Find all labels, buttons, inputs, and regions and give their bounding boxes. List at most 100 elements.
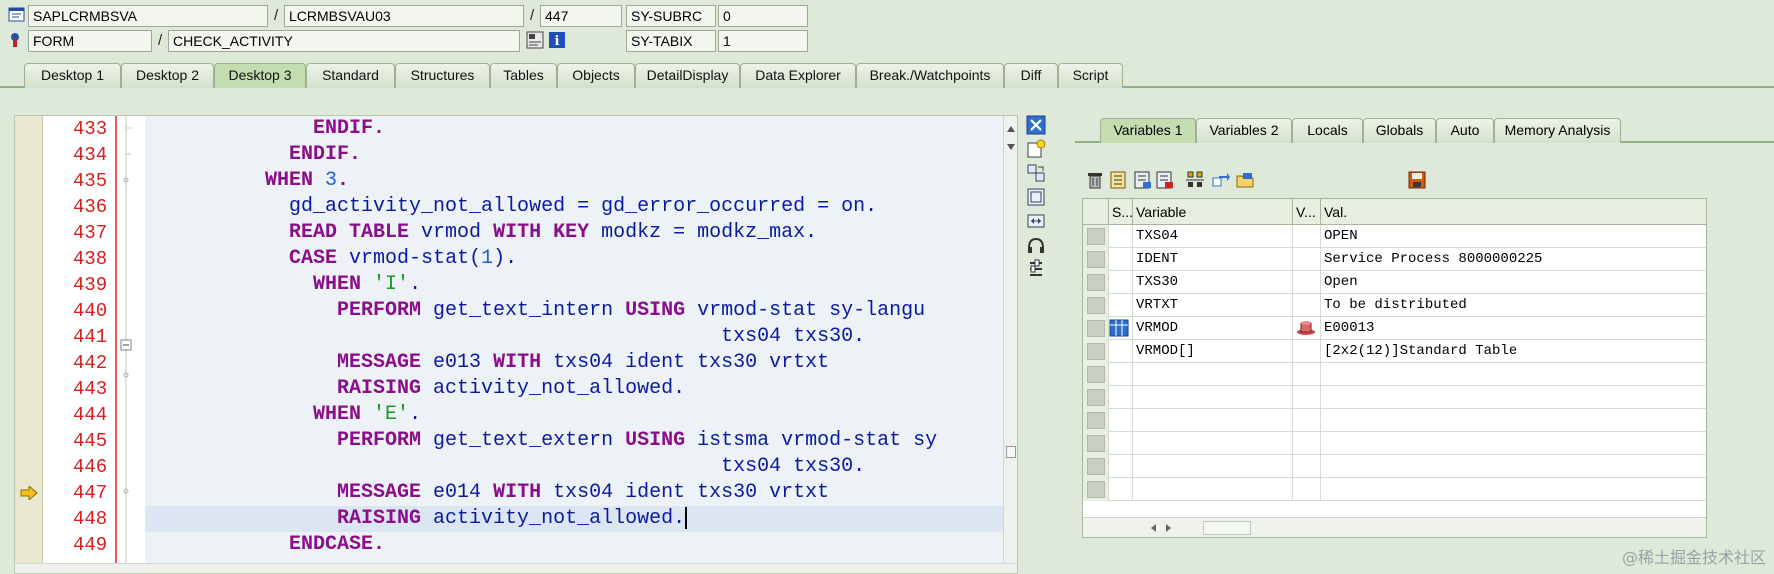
- col-s[interactable]: S...: [1109, 199, 1133, 225]
- cell-value[interactable]: OPEN: [1321, 225, 1706, 248]
- code-line[interactable]: MESSAGE e014 WITH txs04 ident txs30 vrtx…: [145, 480, 1003, 506]
- table-row[interactable]: [1083, 432, 1706, 455]
- program-field[interactable]: SAPLCRMBSVA: [28, 5, 268, 27]
- code-line[interactable]: WHEN 3.: [145, 168, 1003, 194]
- hierarchy-icon[interactable]: [1185, 170, 1205, 190]
- table-row[interactable]: [1083, 363, 1706, 386]
- cell-variable[interactable]: [1133, 478, 1293, 501]
- tab-locals[interactable]: Locals: [1292, 118, 1363, 143]
- close-icon[interactable]: [1026, 115, 1048, 137]
- code-line[interactable]: ENDIF.: [145, 116, 1003, 142]
- tab-desktop-3[interactable]: Desktop 3: [214, 63, 306, 88]
- code-line[interactable]: WHEN 'E'.: [145, 402, 1003, 428]
- tab-structures[interactable]: Structures: [395, 63, 490, 88]
- col-variable[interactable]: Variable: [1133, 199, 1293, 225]
- save-icon[interactable]: [1407, 170, 1427, 190]
- col-value[interactable]: Val.: [1321, 199, 1706, 225]
- cell-value[interactable]: [2x2(12)]Standard Table: [1321, 340, 1706, 363]
- row-selector[interactable]: [1083, 409, 1109, 432]
- swap-tool-icon[interactable]: [1026, 163, 1048, 185]
- folder-icon[interactable]: [1235, 170, 1255, 190]
- tab-variables-1[interactable]: Variables 1: [1100, 118, 1196, 143]
- sysfield-value-1[interactable]: 0: [718, 5, 808, 27]
- sysfield-value-2[interactable]: 1: [718, 30, 808, 52]
- scroll-grip[interactable]: [1203, 521, 1251, 535]
- table-row[interactable]: IDENT Service Process 8000000225: [1083, 248, 1706, 271]
- cell-variable[interactable]: [1133, 432, 1293, 455]
- code-line[interactable]: gd_activity_not_allowed = gd_error_occur…: [145, 194, 1003, 220]
- tab-objects[interactable]: Objects: [557, 63, 635, 88]
- tab-desktop-1[interactable]: Desktop 1: [24, 63, 121, 88]
- cell-variable[interactable]: VRMOD[]: [1133, 340, 1293, 363]
- cell-value[interactable]: [1321, 409, 1706, 432]
- display-source-icon[interactable]: [526, 31, 544, 49]
- variables-grid[interactable]: S... Variable V... Val. TXS04 OPEN IDENT Se…: [1082, 198, 1707, 538]
- code-line[interactable]: MESSAGE e013 WITH txs04 ident txs30 vrtx…: [145, 350, 1003, 376]
- tab-auto[interactable]: Auto: [1436, 118, 1494, 143]
- event-name-field[interactable]: CHECK_ACTIVITY: [168, 30, 520, 52]
- table-row[interactable]: VRMOD[] [2x2(12)]Standard Table: [1083, 340, 1706, 363]
- cell-variable[interactable]: TXS04: [1133, 225, 1293, 248]
- cell-variable[interactable]: [1133, 363, 1293, 386]
- cell-value[interactable]: E00013: [1321, 317, 1706, 340]
- cell-variable[interactable]: [1133, 386, 1293, 409]
- cell-value[interactable]: [1321, 432, 1706, 455]
- delete-icon[interactable]: [1085, 170, 1105, 190]
- code-line[interactable]: CASE vrmod-stat(1).: [145, 246, 1003, 272]
- tab-variables-2[interactable]: Variables 2: [1196, 118, 1292, 143]
- row-selector[interactable]: [1083, 271, 1109, 294]
- row-selector[interactable]: [1083, 248, 1109, 271]
- cell-variable[interactable]: [1133, 455, 1293, 478]
- code-line[interactable]: PERFORM get_text_extern USING istsma vrm…: [145, 428, 1003, 454]
- row-selector[interactable]: [1083, 363, 1109, 386]
- cell-value[interactable]: To be distributed: [1321, 294, 1706, 317]
- variable-list-icon[interactable]: [1109, 170, 1129, 190]
- tab-diff[interactable]: Diff: [1004, 63, 1058, 88]
- editor-vertical-scrollbar[interactable]: [1003, 116, 1017, 573]
- code-area[interactable]: ENDIF. ENDIF. WHEN 3. gd_activity_not_al…: [145, 116, 1003, 573]
- code-line[interactable]: ENDCASE.: [145, 532, 1003, 558]
- cell-variable[interactable]: IDENT: [1133, 248, 1293, 271]
- include-field[interactable]: LCRMBSVAU03: [284, 5, 524, 27]
- tab-tables[interactable]: Tables: [490, 63, 557, 88]
- cell-variable[interactable]: TXS30: [1133, 271, 1293, 294]
- row-selector[interactable]: [1083, 225, 1109, 248]
- cell-variable[interactable]: [1133, 409, 1293, 432]
- maximize-icon[interactable]: [1026, 187, 1048, 209]
- table-row[interactable]: [1083, 478, 1706, 501]
- row-selector[interactable]: [1083, 386, 1109, 409]
- transfer-icon[interactable]: [1211, 170, 1231, 190]
- tab-desktop-2[interactable]: Desktop 2: [121, 63, 214, 88]
- row-selector[interactable]: [1083, 455, 1109, 478]
- code-line[interactable]: PERFORM get_text_intern USING vrmod-stat…: [145, 298, 1003, 324]
- cell-value[interactable]: Open: [1321, 271, 1706, 294]
- sysfield-name-1[interactable]: SY-SUBRC: [626, 5, 716, 27]
- code-line[interactable]: RAISING activity_not_allowed.: [145, 376, 1003, 402]
- services-icon[interactable]: [1026, 235, 1048, 257]
- variable-list-red-icon[interactable]: [1155, 170, 1175, 190]
- source-code-editor[interactable]: 433 434 435 436 437 438 439 440 441 442 443 444 445 4…: [14, 115, 1018, 574]
- code-line[interactable]: RAISING activity_not_allowed.: [145, 506, 1003, 532]
- tab-standard[interactable]: Standard: [306, 63, 395, 88]
- cell-value[interactable]: Service Process 8000000225: [1321, 248, 1706, 271]
- cell-variable[interactable]: VRMOD: [1133, 317, 1293, 340]
- tab-memory-analysis[interactable]: Memory Analysis: [1494, 118, 1621, 143]
- col-v[interactable]: V...: [1293, 199, 1321, 225]
- tab-script[interactable]: Script: [1058, 63, 1123, 88]
- new-tool-icon[interactable]: [1026, 139, 1048, 161]
- row-selector[interactable]: [1083, 340, 1109, 363]
- row-selector[interactable]: [1083, 432, 1109, 455]
- row-selector[interactable]: [1083, 294, 1109, 317]
- cell-value[interactable]: [1321, 455, 1706, 478]
- table-row[interactable]: TXS30 Open: [1083, 271, 1706, 294]
- line-number-field[interactable]: 447: [540, 5, 622, 27]
- code-line[interactable]: READ TABLE vrmod WITH KEY modkz = modkz_…: [145, 220, 1003, 246]
- resize-horizontal-icon[interactable]: [1026, 211, 1048, 233]
- table-row[interactable]: VRTXT To be distributed: [1083, 294, 1706, 317]
- row-selector[interactable]: [1083, 478, 1109, 501]
- table-row[interactable]: TXS04 OPEN: [1083, 225, 1706, 248]
- variable-list-2-icon[interactable]: [1133, 170, 1153, 190]
- tab-globals[interactable]: Globals: [1363, 118, 1436, 143]
- tab-data-explorer[interactable]: Data Explorer: [740, 63, 856, 88]
- code-line[interactable]: ENDIF.: [145, 142, 1003, 168]
